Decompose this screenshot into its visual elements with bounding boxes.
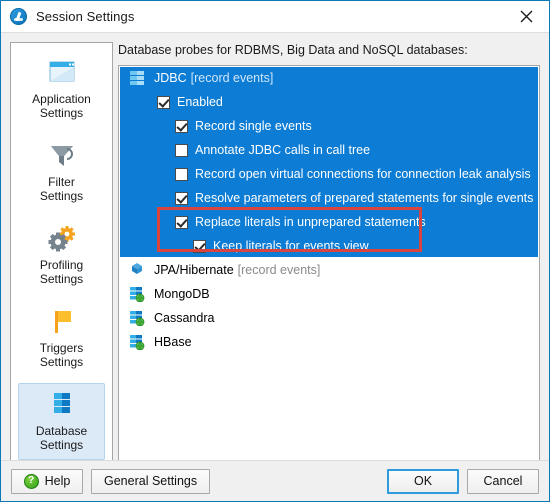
sidebar-item-label: Profiling Settings bbox=[39, 258, 84, 286]
checkbox-annotate-jdbc-calls[interactable] bbox=[175, 143, 188, 157]
dialog-footer: ? Help General Settings OK Cancel bbox=[1, 460, 549, 501]
window-title: Session Settings bbox=[36, 9, 135, 24]
tree-row-jdbc[interactable]: JDBC [record events] bbox=[119, 66, 539, 90]
database-probes-pane: Database probes for RDBMS, Big Data and … bbox=[118, 42, 540, 469]
sidebar-item-filter-settings[interactable]: Filter Settings bbox=[18, 134, 105, 211]
checkbox-record-single-events[interactable] bbox=[175, 119, 188, 133]
tree-row-record-single-events[interactable]: Record single events bbox=[119, 114, 539, 138]
sidebar-list: Application Settings Filter Settings Pro… bbox=[11, 43, 112, 460]
flag-triggers-icon bbox=[45, 307, 79, 337]
footer-right-buttons: OK Cancel bbox=[387, 468, 539, 494]
pane-caption: Database probes for RDBMS, Big Data and … bbox=[118, 43, 468, 57]
sidebar-item-label: Database Settings bbox=[35, 424, 88, 452]
checkbox-keep-literals[interactable] bbox=[193, 239, 206, 253]
help-button-label: Help bbox=[44, 474, 71, 488]
sidebar-item-database-settings[interactable]: Database Settings bbox=[18, 383, 105, 460]
tree-row-resolve-parameters[interactable]: Resolve parameters of prepared statement… bbox=[119, 186, 539, 210]
tree-row-cassandra[interactable]: Cassandra bbox=[119, 306, 539, 330]
sidebar-item-triggers-settings[interactable]: Triggers Settings bbox=[18, 300, 105, 377]
tree-rows: JDBC [record events] Enabled Record sing… bbox=[119, 66, 539, 354]
tree-row-label: Cassandra bbox=[154, 311, 215, 325]
database-globe-icon bbox=[129, 310, 145, 327]
checkbox-enabled[interactable] bbox=[157, 95, 170, 109]
settings-category-sidebar: Application Settings Filter Settings Pro… bbox=[10, 42, 113, 478]
session-settings-window: Session Settings Application Settings Fi… bbox=[0, 0, 550, 502]
sidebar-item-application-settings[interactable]: Application Settings bbox=[18, 51, 105, 128]
tree-row-label: Enabled bbox=[177, 95, 223, 109]
tree-row-label: Replace literals in unprepared statement… bbox=[195, 215, 426, 229]
sidebar-item-label: Application Settings bbox=[32, 92, 91, 120]
tree-row-label: Record open virtual connections for conn… bbox=[195, 167, 531, 181]
tree-row-label: Annotate JDBC calls in call tree bbox=[195, 143, 371, 157]
sidebar-item-label: Filter Settings bbox=[39, 175, 84, 203]
database-probes-tree[interactable]: JDBC [record events] Enabled Record sing… bbox=[118, 65, 540, 469]
database-stack-icon bbox=[129, 70, 145, 86]
tree-row-enabled[interactable]: Enabled bbox=[119, 90, 539, 114]
gears-profiling-icon bbox=[45, 224, 79, 254]
tree-row-mongodb[interactable]: MongoDB bbox=[119, 282, 539, 306]
sidebar-item-label: Triggers Settings bbox=[39, 341, 84, 369]
tree-row-label: HBase bbox=[154, 335, 192, 349]
database-globe-icon bbox=[129, 334, 145, 351]
hibernate-cubes-icon bbox=[129, 262, 145, 278]
tree-row-replace-literals[interactable]: Replace literals in unprepared statement… bbox=[119, 210, 539, 234]
tree-row-jpa-hibernate[interactable]: JPA/Hibernate [record events] bbox=[119, 258, 539, 282]
cancel-button[interactable]: Cancel bbox=[467, 468, 539, 494]
funnel-filter-icon bbox=[45, 141, 79, 171]
tree-row-suffix: [record events] bbox=[190, 71, 274, 85]
title-bar: Session Settings bbox=[1, 1, 549, 32]
tree-row-record-open-virtual-connections[interactable]: Record open virtual connections for conn… bbox=[119, 162, 539, 186]
checkbox-record-open-virtual-connections[interactable] bbox=[175, 167, 188, 181]
close-icon[interactable] bbox=[504, 1, 549, 32]
help-button[interactable]: ? Help bbox=[11, 468, 83, 494]
ok-button[interactable]: OK bbox=[387, 468, 459, 494]
tree-row-hbase[interactable]: HBase bbox=[119, 330, 539, 354]
tree-row-label: MongoDB bbox=[154, 287, 210, 301]
tree-row-label: Keep literals for events view bbox=[213, 239, 369, 253]
checkbox-replace-literals[interactable] bbox=[175, 215, 188, 229]
database-stack-icon bbox=[45, 390, 79, 420]
question-mark-icon: ? bbox=[23, 473, 39, 489]
dialog-body: Application Settings Filter Settings Pro… bbox=[1, 32, 549, 478]
tree-row-label: Record single events bbox=[195, 119, 312, 133]
tree-row-label: JDBC bbox=[154, 71, 187, 85]
sidebar-item-profiling-settings[interactable]: Profiling Settings bbox=[18, 217, 105, 294]
database-globe-icon bbox=[129, 286, 145, 303]
tree-row-keep-literals[interactable]: Keep literals for events view bbox=[119, 234, 539, 258]
tree-row-annotate-jdbc-calls[interactable]: Annotate JDBC calls in call tree bbox=[119, 138, 539, 162]
application-window-icon bbox=[45, 58, 79, 88]
checkbox-resolve-parameters[interactable] bbox=[175, 191, 188, 205]
general-settings-button[interactable]: General Settings bbox=[91, 468, 211, 494]
tree-row-suffix: [record events] bbox=[237, 263, 321, 277]
session-settings-app-icon bbox=[10, 8, 27, 25]
tree-row-label: JPA/Hibernate bbox=[154, 263, 234, 277]
tree-row-label: Resolve parameters of prepared statement… bbox=[195, 191, 534, 205]
